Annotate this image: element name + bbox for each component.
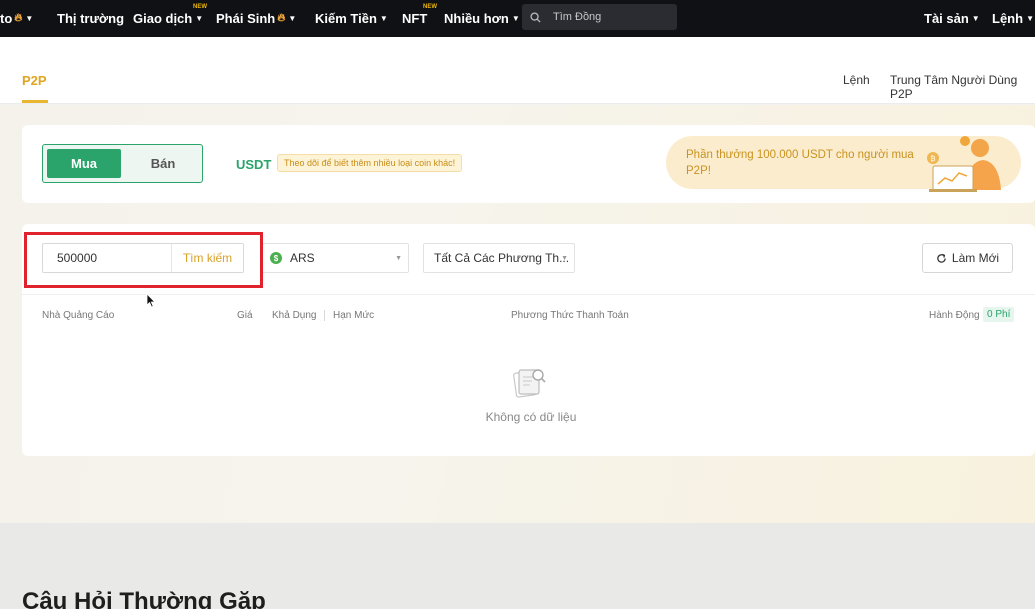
search-icon <box>530 11 541 23</box>
chevron-down-icon: ▼ <box>561 254 568 262</box>
nav-item-partial-label: to <box>0 11 13 26</box>
sell-button[interactable]: Bán <box>133 149 193 178</box>
col-available: Khả Dụng <box>272 310 317 321</box>
refresh-icon <box>937 253 946 263</box>
nav-item-earn-label: Kiếm Tiền <box>315 11 377 26</box>
user-center-link[interactable]: Trung Tâm Người Dùng P2P <box>890 73 1035 101</box>
fiat-select[interactable]: $ ARS ▼ <box>262 243 409 273</box>
nav-item-more-label: Nhiều hơn <box>444 11 509 26</box>
nav-item-more[interactable]: Nhiều hơn ▼ <box>444 0 520 37</box>
chevron-down-icon: ▼ <box>1026 14 1034 23</box>
promo-text: Phần thưởng 100.000 USDT cho người mua P… <box>686 149 914 177</box>
nav-item-market-label: Thị trường <box>57 11 125 26</box>
buy-button[interactable]: Mua <box>47 149 121 178</box>
nav-item-derivatives-label: Phái Sinh <box>216 11 276 26</box>
refresh-label: Làm Mới <box>951 251 1000 265</box>
top-navbar: to 🔥︎ ▼ Thị trường Giao dịch ▼ NEW Phái Sin… <box>0 0 1035 37</box>
divider <box>22 294 1035 295</box>
col-payment: Phương Thức Thanh Toán <box>511 310 629 321</box>
fiat-select-value: ARS <box>290 251 315 265</box>
nav-orders[interactable]: Lệnh ▼ <box>992 0 1034 37</box>
search-placeholder: Tìm Đồng <box>553 11 602 23</box>
flame-icon: 🔥︎ <box>14 12 23 24</box>
promo-banner[interactable]: Phần thưởng 100.000 USDT cho người mua P… <box>666 136 1021 192</box>
buy-sell-toggle: Mua Bán <box>42 144 203 183</box>
nav-assets-label: Tài sản <box>924 11 969 26</box>
flame-icon: 🔥︎ <box>277 12 286 24</box>
new-badge: NEW <box>193 4 207 10</box>
trade-type-card: Mua Bán USDT Theo dõi để biết thêm nhiều… <box>22 125 1035 203</box>
chevron-down-icon: ▼ <box>195 14 204 23</box>
nav-item-trade[interactable]: Giao dịch ▼ NEW <box>133 0 207 37</box>
nav-orders-label: Lệnh <box>992 11 1024 26</box>
p2p-subheader: P2P Lệnh Trung Tâm Người Dùng P2P <box>0 37 1035 104</box>
nav-item-derivatives[interactable]: Phái Sinh 🔥︎ ▼ <box>216 0 296 37</box>
col-limit: Hạn Mức <box>333 310 375 321</box>
col-separator <box>324 310 325 321</box>
nav-assets[interactable]: Tài sản ▼ <box>924 0 980 37</box>
chevron-down-icon: ▼ <box>511 14 520 23</box>
nav-item-market[interactable]: Thị trường <box>57 0 124 37</box>
faq-title: Câu Hỏi Thường Gặp <box>22 588 266 609</box>
payment-method-value: Tất Cả Các Phương Th... <box>434 251 570 265</box>
currency-icon: $ <box>270 252 282 264</box>
col-action: Hành Động <box>929 310 980 321</box>
orders-link[interactable]: Lệnh <box>843 73 870 87</box>
zero-fee-badge: 0 Phí <box>983 307 1015 322</box>
tab-p2p[interactable]: P2P <box>22 73 47 88</box>
active-tab-indicator <box>22 100 48 103</box>
chevron-down-icon: ▼ <box>971 14 980 23</box>
chevron-down-icon: ▼ <box>395 254 402 262</box>
new-badge: NEW <box>423 4 437 10</box>
mouse-cursor-icon <box>146 293 156 308</box>
empty-state-text: Không có dữ liệu <box>485 410 577 424</box>
promo-illustration-icon: ₿ <box>927 136 1001 192</box>
refresh-button[interactable]: Làm Mới <box>922 243 1013 273</box>
payment-method-select[interactable]: Tất Cả Các Phương Th... ▼ <box>423 243 575 273</box>
chevron-down-icon: ▼ <box>25 14 34 23</box>
coin-tab-usdt[interactable]: USDT <box>236 157 271 172</box>
nav-item-nft[interactable]: NFT NEW <box>402 0 437 37</box>
chevron-down-icon: ▼ <box>379 14 388 23</box>
nav-item-trade-label: Giao dịch <box>133 11 193 26</box>
svg-text:₿: ₿ <box>930 155 935 163</box>
chevron-down-icon: ▼ <box>288 14 297 23</box>
nav-item-earn[interactable]: Kiếm Tiền ▼ <box>315 0 388 37</box>
empty-data-icon <box>513 369 546 398</box>
nav-item-partial[interactable]: to 🔥︎ ▼ <box>0 0 33 37</box>
highlight-annotation <box>24 232 263 288</box>
nav-item-nft-label: NFT <box>402 11 428 26</box>
col-advertiser: Nhà Quảng Cáo <box>42 310 115 321</box>
coin-search-input[interactable]: Tìm Đồng <box>522 4 677 30</box>
col-price: Giá <box>237 310 253 321</box>
coin-hint-badge: Theo dõi để biết thêm nhiều loại coin kh… <box>277 154 463 172</box>
